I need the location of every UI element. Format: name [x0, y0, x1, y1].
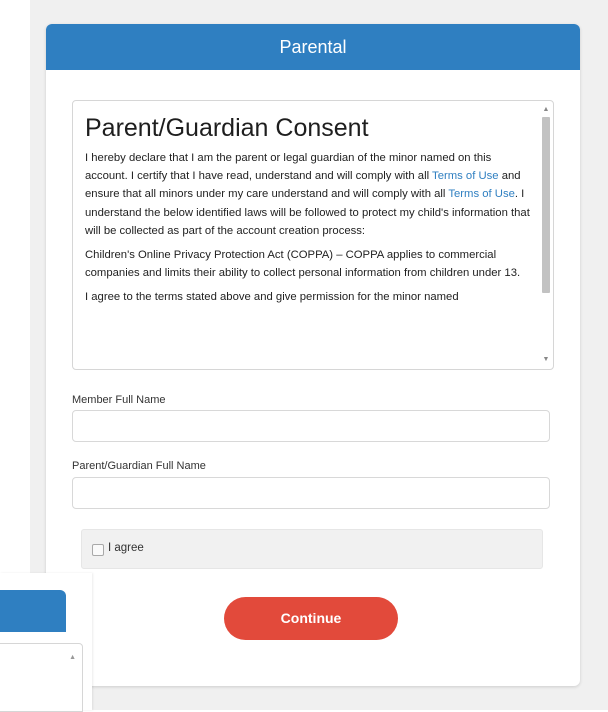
member-full-name-input[interactable] — [72, 410, 550, 442]
consent-text: Parent/Guardian Consent I hereby declare… — [85, 111, 531, 313]
scroll-up-arrow-icon: ▲ — [69, 654, 76, 661]
agree-row[interactable]: I agree — [81, 529, 543, 569]
background-window-box: ▲ — [0, 643, 83, 712]
guardian-full-name-input[interactable] — [72, 477, 550, 509]
consent-title: Parent/Guardian Consent — [85, 114, 369, 142]
terms-of-use-link[interactable]: Terms of Use — [448, 188, 515, 200]
header-title: Parental — [279, 37, 347, 57]
guardian-full-name-label: Parent/Guardian Full Name — [72, 460, 206, 472]
background-window: ▲ — [0, 573, 92, 712]
agree-checkbox[interactable] — [92, 544, 104, 556]
continue-button[interactable]: Continue — [224, 597, 398, 640]
consent-scroll-box[interactable]: Parent/Guardian Consent I hereby declare… — [72, 100, 554, 370]
background-window-header — [0, 590, 66, 632]
member-full-name-label: Member Full Name — [72, 394, 166, 406]
consent-paragraph-1: I hereby declare that I am the parent or… — [85, 149, 531, 240]
agree-label[interactable]: I agree — [108, 542, 144, 554]
consent-scrollbar[interactable]: ▲ ▼ — [539, 101, 553, 369]
scroll-up-arrow-icon[interactable]: ▲ — [539, 103, 553, 117]
scroll-thumb[interactable] — [542, 117, 550, 293]
consent-paragraph-3: I agree to the terms stated above and gi… — [85, 291, 459, 304]
consent-paragraph-2: Children's Online Privacy Protection Act… — [85, 249, 521, 280]
scroll-down-arrow-icon[interactable]: ▼ — [539, 353, 553, 367]
terms-of-use-link[interactable]: Terms of Use — [432, 170, 499, 182]
parental-consent-card: Parental Parent/Guardian Consent I hereb… — [46, 24, 580, 686]
card-header: Parental — [46, 24, 580, 70]
consent-text-part: I hereby declare that I am the parent or… — [85, 152, 492, 183]
